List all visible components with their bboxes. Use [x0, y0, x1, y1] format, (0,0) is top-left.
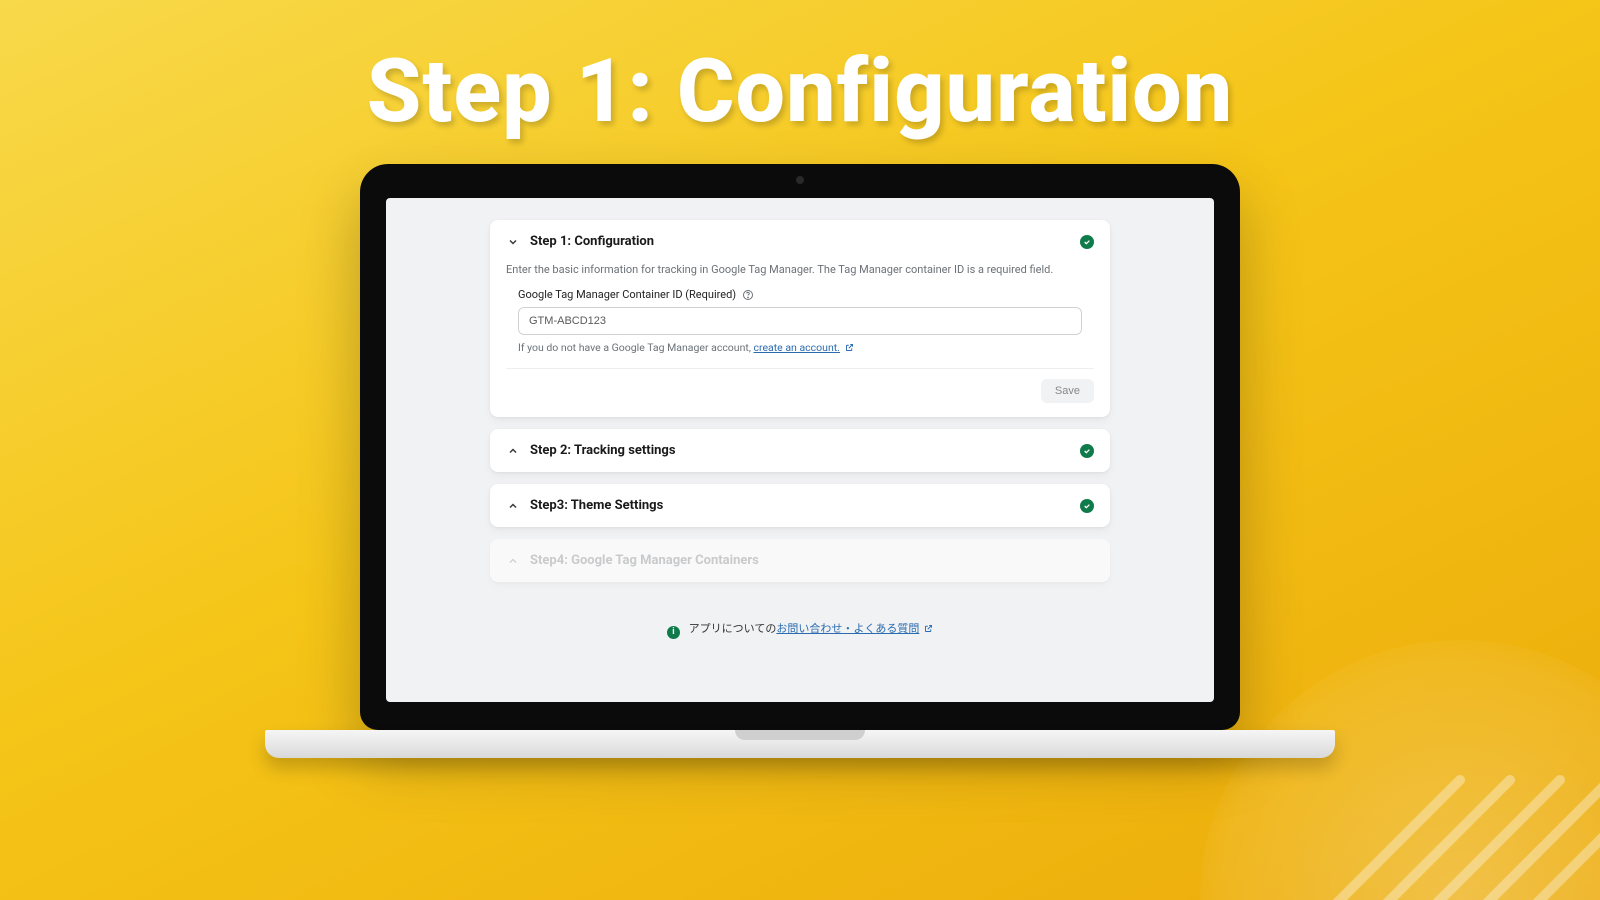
camera-dot	[796, 176, 804, 184]
step4-header: Step4: Google Tag Manager Containers	[490, 539, 1110, 582]
info-icon: i	[667, 626, 680, 639]
external-link-icon	[924, 623, 933, 632]
laptop-base	[265, 730, 1335, 758]
app-screen: Step 1: Configuration Enter the basic in…	[386, 198, 1214, 702]
chevron-up-icon	[506, 499, 520, 513]
promo-slide: Step 1: Configuration Step 1: Configurat…	[0, 0, 1600, 900]
external-link-icon	[845, 342, 854, 351]
divider	[506, 368, 1094, 369]
check-circle-icon	[1080, 444, 1094, 458]
step3-header[interactable]: Step3: Theme Settings	[490, 484, 1110, 527]
footer-prefix: アプリについての	[689, 622, 777, 635]
decorative-circle	[1200, 640, 1600, 900]
help-icon[interactable]	[742, 289, 754, 301]
step1-header[interactable]: Step 1: Configuration	[490, 220, 1110, 263]
laptop-notch	[735, 730, 865, 740]
step1-description: Enter the basic information for tracking…	[506, 263, 1094, 276]
container-id-hint: If you do not have a Google Tag Manager …	[518, 341, 1082, 354]
container-id-input[interactable]	[518, 307, 1082, 335]
slide-heading: Step 1: Configuration	[0, 40, 1600, 143]
step3-card: Step3: Theme Settings	[490, 484, 1110, 527]
step4-card: Step4: Google Tag Manager Containers	[490, 539, 1110, 582]
step1-card: Step 1: Configuration Enter the basic in…	[490, 220, 1110, 417]
chevron-up-icon	[506, 444, 520, 458]
check-circle-icon	[1080, 499, 1094, 513]
save-button[interactable]: Save	[1041, 379, 1094, 403]
step2-card: Step 2: Tracking settings	[490, 429, 1110, 472]
step2-title: Step 2: Tracking settings	[530, 443, 1070, 458]
footer-help: i アプリについてのお問い合わせ・よくある質問	[490, 620, 1110, 639]
chevron-down-icon	[506, 235, 520, 249]
check-circle-icon	[1080, 235, 1094, 249]
step4-title: Step4: Google Tag Manager Containers	[530, 553, 1094, 568]
footer-help-link[interactable]: お問い合わせ・よくある質問	[776, 622, 919, 635]
decorative-stripes	[1240, 660, 1600, 900]
step2-header[interactable]: Step 2: Tracking settings	[490, 429, 1110, 472]
laptop-mockup: Step 1: Configuration Enter the basic in…	[360, 164, 1240, 730]
step1-title: Step 1: Configuration	[530, 234, 1070, 249]
create-account-link[interactable]: create an account.	[754, 341, 840, 354]
chevron-up-icon	[506, 554, 520, 568]
step3-title: Step3: Theme Settings	[530, 498, 1070, 513]
container-id-label: Google Tag Manager Container ID (Require…	[518, 288, 736, 301]
